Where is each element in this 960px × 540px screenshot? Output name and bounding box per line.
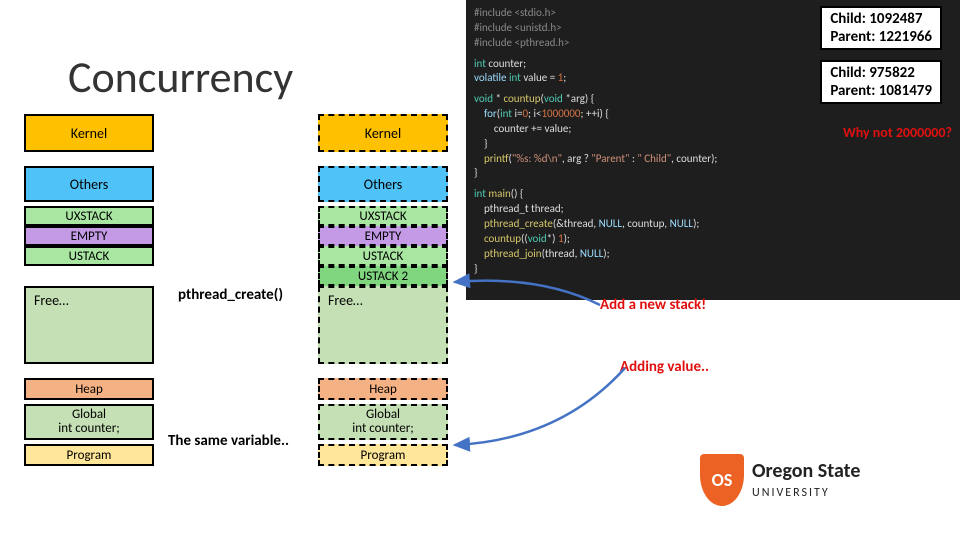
arrow-adding-value [440, 350, 640, 460]
memory-column-after: Kernel Others UXSTACK EMPTY USTACK USTAC… [318, 114, 448, 466]
label-why-not: Why not 2000000? [843, 124, 952, 141]
output-line: Parent: 1221966 [830, 28, 932, 46]
block-uxstack-2: UXSTACK [318, 206, 448, 226]
block-heap: Heap [24, 378, 154, 400]
code-line: #include <stdio.h> [474, 6, 556, 19]
output-line: Child: 975822 [830, 64, 932, 82]
logo-text: Oregon State UNIVERSITY [752, 461, 860, 499]
logo-shield-icon: OS [700, 454, 744, 506]
block-uxstack: UXSTACK [24, 206, 154, 226]
code-line: #include <unistd.h> [474, 21, 562, 34]
block-program: Program [24, 444, 154, 466]
block-free: Free… [24, 286, 154, 364]
block-others-2: Others [318, 166, 448, 202]
page-title: Concurrency [68, 50, 293, 104]
block-heap-2: Heap [318, 378, 448, 400]
label-pthread-create: pthread_create() [178, 286, 283, 304]
output-line: Child: 1092487 [830, 10, 932, 28]
output-box-1: Child: 1092487 Parent: 1221966 [820, 6, 942, 50]
block-global-2: Global int counter; [318, 404, 448, 440]
memory-column-before: Kernel Others UXSTACK EMPTY USTACK Free…… [24, 114, 154, 466]
block-empty: EMPTY [24, 226, 154, 246]
block-ustack-2: USTACK [318, 246, 448, 266]
output-line: Parent: 1081479 [830, 82, 932, 100]
block-kernel: Kernel [24, 114, 154, 152]
output-box-2: Child: 975822 Parent: 1081479 [820, 60, 942, 104]
block-ustack2: USTACK 2 [318, 266, 448, 286]
logo-oregon-state: OS Oregon State UNIVERSITY [700, 450, 930, 510]
block-global: Global int counter; [24, 404, 154, 440]
block-ustack: USTACK [24, 246, 154, 266]
block-kernel-2: Kernel [318, 114, 448, 152]
block-empty-2: EMPTY [318, 226, 448, 246]
label-same-variable: The same variable.. [168, 432, 289, 450]
label-adding-value: Adding value.. [620, 358, 709, 376]
block-others: Others [24, 166, 154, 202]
code-line: #include <pthread.h> [474, 36, 569, 49]
block-program-2: Program [318, 444, 448, 466]
label-add-stack: Add a new stack! [600, 296, 706, 314]
block-free-2: Free… [318, 286, 448, 364]
